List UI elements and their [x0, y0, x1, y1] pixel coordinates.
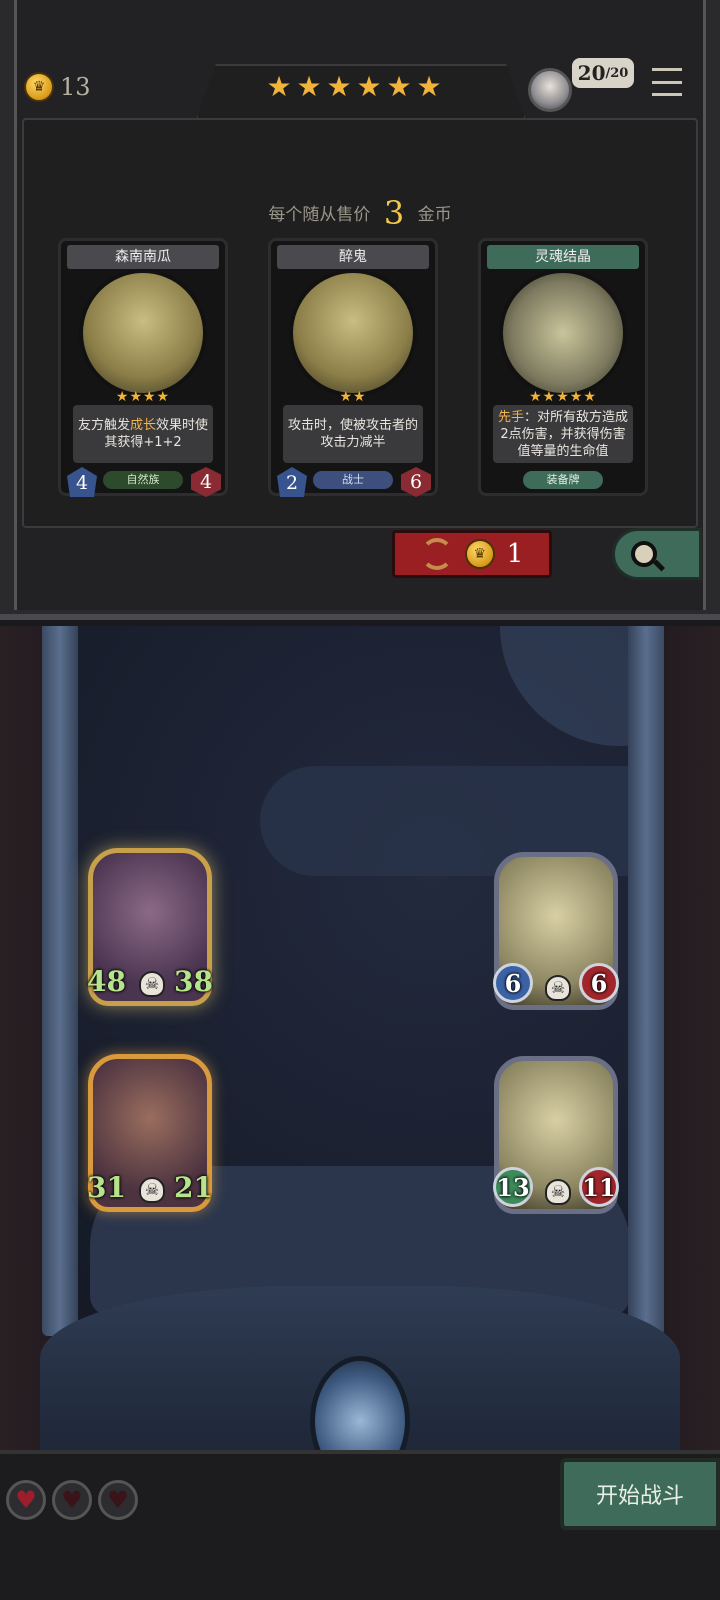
card-stars: ★★★★★: [529, 389, 597, 405]
start-battle-button[interactable]: 开始战斗: [560, 1458, 720, 1530]
coin-count: 13: [60, 73, 91, 101]
card-tag: 装备牌: [523, 471, 603, 489]
heart-icon: ♥: [52, 1480, 92, 1520]
heart-icon: ♥: [98, 1480, 138, 1520]
population-counter: 20 / 20: [572, 58, 634, 88]
crown-coin-icon: ♛: [24, 72, 54, 102]
card-name: 醉鬼: [277, 245, 429, 269]
enemy-minion[interactable]: 13 ☠ 11: [493, 1056, 619, 1214]
card-health: 4: [191, 467, 221, 497]
card-attack: 2: [277, 467, 307, 497]
card-description: 先手：对所有敌方造成2点伤害，并获得伤害值等量的生命值: [493, 405, 633, 463]
card-name: 森南南瓜: [67, 245, 219, 269]
card-health: 6: [401, 467, 431, 497]
card-stars: ★★★★: [115, 389, 171, 405]
refresh-cost: 1: [506, 539, 524, 569]
pumpkin-portrait: [79, 269, 207, 397]
player-avatar[interactable]: [528, 68, 572, 112]
card-tag: 自然族: [103, 471, 183, 489]
right-pillar: [628, 626, 664, 1336]
minion-health: 11: [579, 1167, 619, 1207]
price-value: 3: [383, 194, 405, 232]
coin-counter: ♛ 13: [24, 72, 91, 102]
shop-card[interactable]: 醉鬼 ★★ 攻击时，使被攻击者的攻击力减半 2 战士 6: [268, 238, 438, 497]
card-stars: ★★: [339, 389, 367, 405]
crown-coin-icon: ♛: [464, 539, 495, 569]
card-attack: 4: [67, 467, 97, 497]
refresh-icon: [420, 538, 453, 570]
card-tag: 战士: [313, 471, 393, 489]
star-icon: ★: [326, 70, 352, 103]
shop-card[interactable]: 灵魂结晶 ★★★★★ 先手：对所有敌方造成2点伤害，并获得伤害值等量的生命值 装…: [478, 238, 648, 496]
menu-bar: [650, 66, 684, 73]
star-icon: ★: [266, 70, 292, 103]
tier-stars: ★ ★ ★ ★ ★ ★: [266, 70, 442, 103]
drunkard-portrait: [289, 269, 417, 397]
refresh-button[interactable]: ♛ 1: [392, 530, 552, 578]
minion-attack: 13: [493, 1167, 533, 1207]
skull-icon: ☠: [545, 975, 571, 1001]
menu-button[interactable]: [650, 66, 684, 98]
minion-health: 21: [174, 1171, 213, 1204]
menu-bar: [650, 91, 684, 98]
enemy-minion[interactable]: 6 ☠ 6: [493, 852, 619, 1010]
menu-bar: [650, 78, 684, 86]
population-max: 20: [610, 65, 629, 81]
player-minion[interactable]: 48 ☠ 38: [87, 848, 213, 1006]
card-description: 攻击时，使被攻击者的攻击力减半: [283, 405, 423, 463]
population-current: 20: [577, 61, 606, 85]
soul-crystal-portrait: [499, 269, 627, 397]
minion-attack: 31: [87, 1171, 126, 1204]
heart-icon: ♥: [6, 1480, 46, 1520]
left-pillar: [42, 626, 78, 1336]
star-icon: ★: [356, 70, 382, 103]
skull-icon: ☠: [139, 971, 165, 997]
shop-panel: ★ ★ ★ ★ ★ ★ ♛ 13 20 / 20 每个随从售价 3 金币 森南南…: [0, 0, 720, 620]
card-name: 灵魂结晶: [487, 245, 639, 269]
price-info: 每个随从售价 3 金币: [0, 194, 720, 232]
star-icon: ★: [416, 70, 442, 103]
star-icon: ★: [296, 70, 322, 103]
price-suffix: 金币: [417, 205, 452, 225]
cloud: [260, 766, 680, 876]
moon: [500, 626, 720, 746]
skull-icon: ☠: [139, 1177, 165, 1203]
minion-health: 6: [579, 963, 619, 1003]
search-icon-handle: [652, 559, 666, 572]
minion-attack: 6: [493, 963, 533, 1003]
player-minion[interactable]: 31 ☠ 21: [87, 1054, 213, 1212]
card-description: 友方触发成长效果时使其获得+1+2: [73, 405, 213, 463]
minion-health: 38: [174, 965, 213, 998]
shop-card[interactable]: 森南南瓜 ★★★★ 友方触发成长效果时使其获得+1+2 4 自然族 4: [58, 238, 228, 497]
skull-icon: ☠: [545, 1179, 571, 1205]
game-screen: ★ ★ ★ ★ ★ ★ ♛ 13 20 / 20 每个随从售价 3 金币 森南南…: [0, 0, 720, 1600]
price-prefix: 每个随从售价: [268, 205, 371, 225]
minion-attack: 48: [87, 965, 126, 998]
search-button[interactable]: [612, 528, 702, 580]
lives: ♥ ♥ ♥: [6, 1480, 138, 1520]
star-icon: ★: [386, 70, 412, 103]
